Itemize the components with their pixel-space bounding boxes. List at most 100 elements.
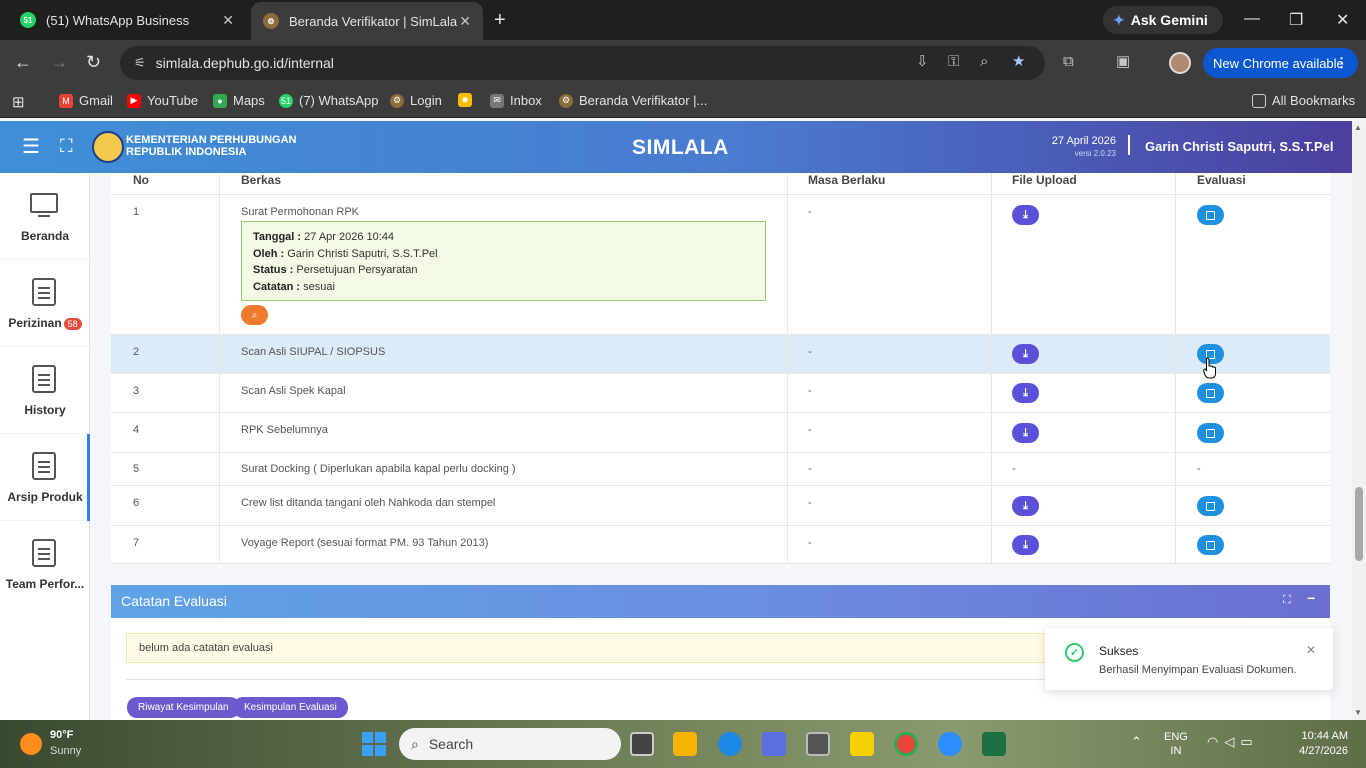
bookmark-whatsapp[interactable]: 51 (7) WhatsApp <box>279 93 378 108</box>
bookmark-beranda-verifikator[interactable]: ⚙ Beranda Verifikator |... <box>559 93 707 108</box>
bookmark-inbox[interactable]: ✉ Inbox <box>490 93 542 108</box>
browser-tab-strip: 51 (51) WhatsApp Business ✕ ⚙ Beranda Ve… <box>0 0 1366 40</box>
install-app-icon[interactable]: ⇩ <box>916 54 929 70</box>
reload-icon[interactable]: ↻ <box>86 52 101 72</box>
bookmark-label: Inbox <box>510 93 542 108</box>
file-explorer-icon[interactable] <box>673 732 697 756</box>
profile-avatar[interactable] <box>1169 52 1191 74</box>
toast-title: Sukses <box>1099 644 1139 658</box>
minimize-card-icon[interactable]: − <box>1307 590 1315 606</box>
row-number: 3 <box>133 385 140 397</box>
bookmark-pinwheel[interactable]: ✸ <box>458 93 478 107</box>
catatan-value: sesuai <box>303 280 335 293</box>
sun-weather-icon[interactable] <box>20 733 42 755</box>
ask-gemini-button[interactable]: ✦ Ask Gemini <box>1103 6 1223 34</box>
windows-taskbar: 90°F Sunny ⌕ Search ⌃ ENG IN ◠◁▭ 10:44 A… <box>0 720 1366 768</box>
tab-whatsapp-business[interactable]: 51 (51) WhatsApp Business ✕ <box>10 0 246 40</box>
user-name[interactable]: Garin Christi Saputri, S.S.T.Pel <box>1145 139 1334 154</box>
scroll-down-icon[interactable]: ▼ <box>1354 708 1362 717</box>
sidebar-item-beranda[interactable]: Beranda <box>0 173 90 260</box>
password-key-icon[interactable]: ⚿ <box>948 54 959 70</box>
copilot-icon[interactable] <box>762 732 786 756</box>
evaluation-info-box: Tanggal : 27 Apr 2026 10:44 Oleh : Garin… <box>241 221 766 301</box>
view-detail-button[interactable]: ⌕ <box>241 305 268 325</box>
camera-icon[interactable] <box>806 732 830 756</box>
maps-pin-icon: ● <box>213 93 227 108</box>
column-header-masa-berlaku: Masa Berlaku <box>808 173 886 187</box>
task-view-icon[interactable] <box>630 732 654 756</box>
weather-temperature[interactable]: 90°F <box>50 729 73 741</box>
bookmark-maps[interactable]: ● Maps <box>213 93 265 108</box>
sidebar-item-team-performance[interactable]: Team Perfor... <box>0 521 90 608</box>
download-button[interactable]: ⤓ <box>1012 205 1039 225</box>
edge-icon[interactable] <box>718 732 742 756</box>
zoom-icon[interactable]: ⌕ <box>980 54 988 70</box>
hamburger-menu-icon[interactable]: ☰ <box>22 137 40 157</box>
tab-search-icon[interactable]: ▣ <box>1116 54 1130 70</box>
sidebar-item-history[interactable]: History <box>0 347 90 434</box>
masa-berlaku: - <box>808 497 812 509</box>
new-tab-icon[interactable]: + <box>494 10 506 30</box>
gemini-sparkle-icon: ✦ <box>1113 11 1125 28</box>
evaluate-button[interactable] <box>1197 423 1224 443</box>
all-bookmarks[interactable]: All Bookmarks <box>1252 93 1355 108</box>
evaluate-button[interactable] <box>1197 205 1224 225</box>
download-button[interactable]: ⤓ <box>1012 535 1039 555</box>
start-tile <box>362 745 373 756</box>
clock[interactable]: 10:44 AM 4/27/2026 <box>1288 729 1348 759</box>
tab-close-icon[interactable]: ✕ <box>222 12 234 29</box>
sidebar-item-perizinan[interactable]: Perizinan 58 <box>0 260 90 347</box>
toast-close-icon[interactable]: ✕ <box>1306 643 1316 657</box>
document-icon <box>32 278 56 306</box>
zoom-app-icon[interactable] <box>938 732 962 756</box>
evaluate-button[interactable] <box>1197 535 1224 555</box>
bookmark-youtube[interactable]: ▶ YouTube <box>127 93 198 108</box>
maximize-icon[interactable]: ❐ <box>1289 10 1303 30</box>
evaluate-button[interactable] <box>1197 496 1224 516</box>
bookmark-star-icon[interactable]: ★ <box>1012 54 1025 70</box>
address-bar[interactable]: ⚟ simlala.dephub.go.id/internal <box>120 46 1045 80</box>
sidebar-item-arsip-produk[interactable]: Arsip Produk <box>0 434 90 521</box>
excel-icon[interactable] <box>982 732 1006 756</box>
masa-berlaku: - <box>808 346 812 358</box>
fullscreen-icon[interactable]: ⛶ <box>60 136 73 157</box>
forward-icon[interactable]: → <box>50 52 68 72</box>
scrollbar-thumb[interactable] <box>1355 487 1363 561</box>
riwayat-kesimpulan-button[interactable]: Riwayat Kesimpulan <box>127 697 240 718</box>
download-button[interactable]: ⤓ <box>1012 423 1039 443</box>
language-indicator[interactable]: ENG IN <box>1164 730 1188 758</box>
evaluate-button[interactable] <box>1197 383 1224 403</box>
system-tray-icons[interactable]: ◠◁▭ <box>1207 734 1259 750</box>
tab-beranda-verifikator[interactable]: ⚙ Beranda Verifikator | SimLala ✕ <box>251 2 483 40</box>
new-chrome-available-button[interactable]: New Chrome available ⋮ <box>1203 48 1358 78</box>
row-number: 6 <box>133 497 140 509</box>
download-button[interactable]: ⤓ <box>1012 383 1039 403</box>
expand-icon[interactable]: ⛶ <box>1283 594 1291 607</box>
show-hidden-icons-icon[interactable]: ⌃ <box>1131 734 1142 750</box>
apps-grid-icon[interactable]: ⊞ <box>12 93 25 111</box>
windows-start-icon[interactable] <box>362 732 386 756</box>
start-tile <box>375 732 386 743</box>
window-close-icon[interactable]: ✕ <box>1336 10 1349 30</box>
row-number: 2 <box>133 346 140 358</box>
download-button[interactable]: ⤓ <box>1012 496 1039 516</box>
back-icon[interactable]: ← <box>14 52 32 72</box>
site-info-icon[interactable]: ⚟ <box>134 55 146 71</box>
page-scrollbar[interactable]: ▲ ▼ <box>1352 121 1366 720</box>
minimize-icon[interactable]: — <box>1244 10 1260 28</box>
bookmark-login[interactable]: ⚙ Login <box>390 93 442 108</box>
table-row: 5 Surat Docking ( Diperlukan apabila kap… <box>111 453 1330 486</box>
more-menu-icon[interactable]: ⋮ <box>1335 55 1348 71</box>
extensions-icon[interactable]: ⧉ <box>1063 54 1074 70</box>
browser-toolbar: ← → ↻ ⚟ simlala.dephub.go.id/internal ⇩ … <box>0 40 1366 86</box>
chrome-icon[interactable] <box>894 732 918 756</box>
scroll-up-icon[interactable]: ▲ <box>1354 123 1362 132</box>
kesimpulan-evaluasi-button[interactable]: Kesimpulan Evaluasi <box>233 697 348 718</box>
bookmark-gmail[interactable]: M Gmail <box>59 93 113 108</box>
tab-close-icon[interactable]: ✕ <box>459 13 471 30</box>
weather-description[interactable]: Sunny <box>50 745 81 757</box>
download-button[interactable]: ⤓ <box>1012 344 1039 364</box>
download-icon: ⤓ <box>1023 208 1028 221</box>
sticky-notes-icon[interactable] <box>850 732 874 756</box>
taskbar-search[interactable]: ⌕ Search <box>399 728 621 760</box>
